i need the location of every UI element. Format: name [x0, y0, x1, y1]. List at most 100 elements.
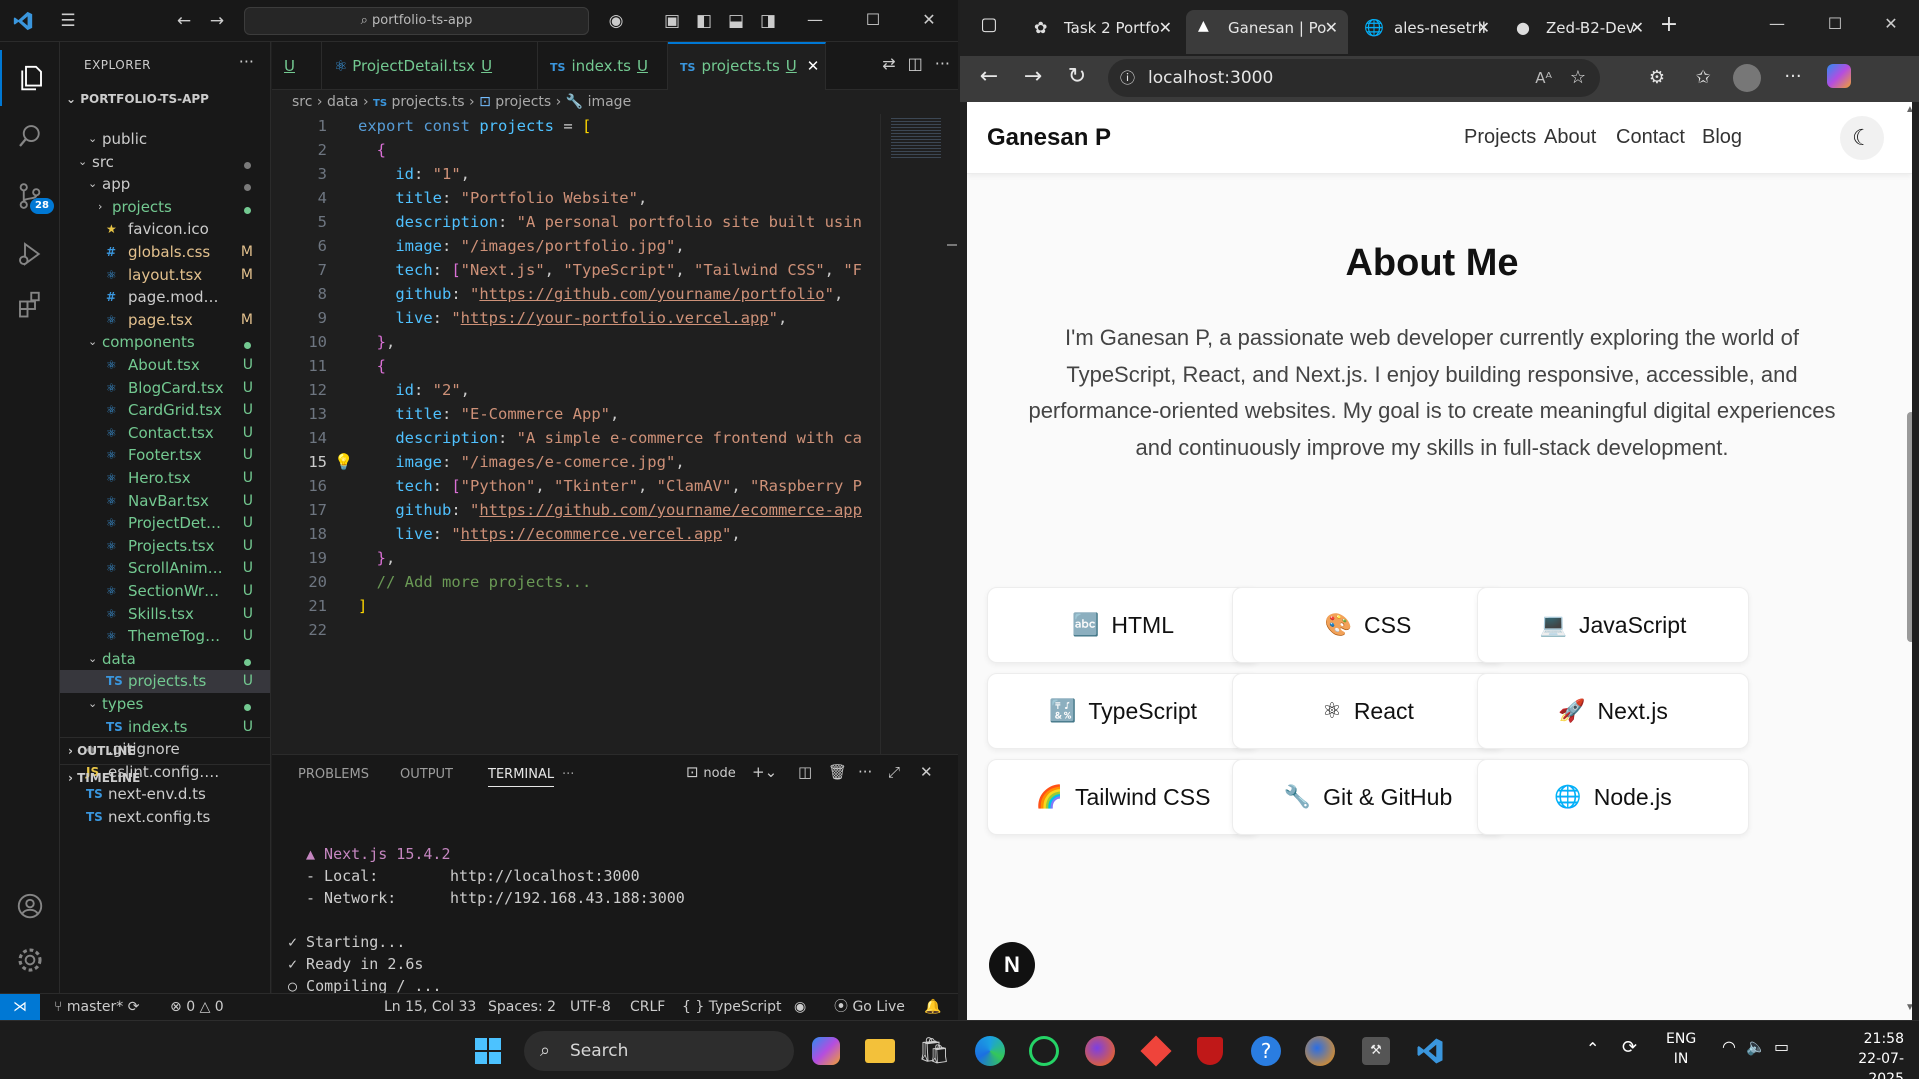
command-center-search[interactable]: ⌕ portfolio-ts-app — [244, 7, 589, 35]
more-actions-icon[interactable]: ··· — [935, 54, 950, 73]
copilot-status-icon[interactable]: ◉ — [794, 994, 806, 1020]
tree-item[interactable]: ⚛ SectionWrap... U — [60, 580, 270, 603]
source-control-button[interactable]: 28 — [0, 168, 60, 224]
tab-projectdetail[interactable]: ⚛ ProjectDetail.tsx U — [322, 42, 538, 90]
encoding[interactable]: UTF-8 — [570, 994, 611, 1020]
timeline-section[interactable]: › TIMELINE — [60, 764, 270, 791]
mcafee-app[interactable] — [1188, 1029, 1232, 1073]
taskbar-search[interactable]: ⌕ Search — [524, 1031, 794, 1071]
tab-problems[interactable]: PROBLEMS — [298, 767, 369, 782]
info-icon[interactable]: ⓘ — [1120, 59, 1135, 97]
theme-toggle-button[interactable]: ☾ — [1840, 116, 1884, 160]
indentation[interactable]: Spaces: 2 — [488, 994, 556, 1020]
back-arrow-icon[interactable]: ← — [974, 64, 1004, 89]
copilot-icon[interactable] — [1824, 64, 1854, 94]
tree-item[interactable]: ⚛ ScrollAnimati... U — [60, 557, 270, 580]
close-tab-icon[interactable]: ✕ — [1631, 12, 1644, 44]
tree-item[interactable]: ⚛ CardGrid.tsx U — [60, 399, 270, 422]
tree-item[interactable]: ⚛ NavBar.tsx U — [60, 490, 270, 513]
tree-item[interactable]: ⚛ About.tsx U — [60, 354, 270, 377]
notifications-icon[interactable]: 🔔 — [924, 994, 941, 1020]
tab-zed[interactable]: ● Zed-B2-Dev ✕ — [1504, 12, 1654, 56]
tree-item[interactable]: ⌄ app — [60, 173, 270, 196]
close-panel-icon[interactable]: ✕ — [920, 763, 933, 781]
compare-changes-icon[interactable]: ⇄ — [882, 54, 895, 73]
search-button[interactable] — [0, 108, 60, 164]
git-branch[interactable]: ⑂ master* ⟳ — [54, 994, 139, 1020]
extensions-button[interactable] — [0, 276, 60, 332]
sync-icon[interactable]: ⟳ — [1622, 1037, 1637, 1058]
maximize-panel-icon[interactable]: ⤢ — [888, 763, 900, 781]
nav-contact[interactable]: Contact — [1616, 126, 1685, 149]
close-tab-icon[interactable]: ✕ — [807, 57, 820, 75]
tab-actions-icon[interactable]: ▢ — [974, 14, 1004, 35]
back-arrow-icon[interactable]: ← — [172, 10, 196, 32]
new-tab-icon[interactable]: + — [1654, 12, 1684, 37]
url-bar[interactable]: ⓘ localhost:3000 Aᴬ ☆ — [1108, 59, 1600, 97]
nav-blog[interactable]: Blog — [1702, 126, 1742, 149]
more-actions-icon[interactable]: ··· — [239, 52, 254, 71]
profile-avatar[interactable] — [1732, 64, 1762, 98]
tree-item[interactable]: ⌄ public — [60, 128, 270, 151]
whatsapp-app[interactable] — [1022, 1029, 1066, 1073]
refresh-icon[interactable]: ↻ — [1062, 64, 1092, 89]
tree-item[interactable]: ⌄ types — [60, 693, 270, 716]
close-tab-icon[interactable]: ✕ — [1159, 12, 1172, 44]
toggle-secondary-sidebar-icon[interactable]: ◨ — [756, 10, 780, 32]
tab-projects-ts[interactable]: TS projects.ts U ✕ — [668, 42, 826, 90]
more-actions-icon[interactable]: ··· — [858, 763, 872, 781]
toggle-panel-icon[interactable]: ⬓ — [724, 10, 748, 32]
tool-app[interactable]: ⚒ — [1354, 1029, 1398, 1073]
forward-arrow-icon[interactable]: → — [1018, 64, 1048, 89]
nav-projects[interactable]: Projects — [1464, 126, 1536, 149]
tree-item[interactable]: TS projects.ts U — [60, 670, 270, 693]
tree-item[interactable]: ⚛ Skills.tsx U — [60, 603, 270, 626]
help-app[interactable]: ? — [1244, 1029, 1288, 1073]
split-terminal-icon[interactable]: ◫ — [798, 763, 812, 781]
tab-task2[interactable]: ✿ Task 2 Portfo ✕ — [1022, 12, 1182, 56]
tab-ganesan[interactable]: ▲ Ganesan | Po ✕ — [1186, 10, 1348, 54]
more-panel-icon[interactable]: ··· — [562, 767, 574, 782]
tree-item[interactable]: ⌄ components — [60, 331, 270, 354]
close-tab-icon[interactable]: ✕ — [1325, 10, 1338, 46]
minimize-button[interactable]: — — [800, 8, 830, 32]
problems-count[interactable]: ⊗ 0 △ 0 — [170, 994, 224, 1020]
maximize-button[interactable]: ☐ — [858, 8, 888, 32]
site-brand[interactable]: Ganesan P — [987, 124, 1111, 152]
settings-more-icon[interactable]: ··· — [1778, 66, 1808, 87]
tree-item[interactable]: ⚛ ProjectDetail.t... U — [60, 512, 270, 535]
split-editor-icon[interactable]: ◫ — [908, 54, 923, 73]
favorites-icon[interactable]: ✩ — [1688, 67, 1718, 88]
close-button[interactable]: ✕ — [914, 8, 944, 32]
project-root[interactable]: ⌄ PORTFOLIO-TS-APP — [66, 92, 209, 106]
new-terminal-icon[interactable]: +⌄ — [752, 763, 777, 781]
maximize-button[interactable]: ☐ — [1820, 12, 1850, 36]
tree-item[interactable]: ★ favicon.ico — [60, 218, 270, 241]
nextjs-dev-badge[interactable]: N — [989, 942, 1035, 988]
terminal-shell-selector[interactable]: ⊡ node — [686, 763, 736, 781]
copilot-icon[interactable]: ◉ — [604, 10, 628, 32]
close-button[interactable]: ✕ — [1876, 12, 1906, 36]
toggle-sidebar-icon[interactable]: ◧ — [692, 10, 716, 32]
outline-section[interactable]: › OUTLINE — [60, 737, 270, 764]
clock[interactable]: 21:58 22-07-2025 — [1824, 1029, 1904, 1079]
tab-output[interactable]: OUTPUT — [400, 767, 453, 782]
tree-item[interactable]: ⚛ Contact.tsx U — [60, 422, 270, 445]
language-indicator[interactable]: ENG IN — [1666, 1029, 1696, 1069]
start-button[interactable] — [466, 1029, 510, 1073]
tab-partial[interactable]: U — [272, 42, 322, 90]
trash-icon[interactable]: 🗑 — [828, 763, 847, 781]
tree-item[interactable]: ⚛ Projects.tsx U — [60, 535, 270, 558]
battery-icon[interactable]: ▭ — [1774, 1037, 1789, 1056]
tree-item[interactable]: ⚛ Hero.tsx U — [60, 467, 270, 490]
scrollbar-thumb[interactable] — [1907, 412, 1912, 642]
tree-item[interactable]: TS index.ts U — [60, 716, 270, 739]
tree-item[interactable]: › projects — [60, 196, 270, 219]
tree-item[interactable]: ⚛ BlogCard.tsx U — [60, 377, 270, 400]
tree-item[interactable]: TS next.config.ts — [60, 806, 270, 829]
tree-item[interactable]: ⚛ page.tsx M — [60, 309, 270, 332]
language-mode[interactable]: { } TypeScript — [682, 994, 781, 1020]
go-live-button[interactable]: ⦿ Go Live — [834, 994, 905, 1020]
firefox-dev-app[interactable] — [1298, 1029, 1342, 1073]
firefox-app[interactable] — [1078, 1029, 1122, 1073]
